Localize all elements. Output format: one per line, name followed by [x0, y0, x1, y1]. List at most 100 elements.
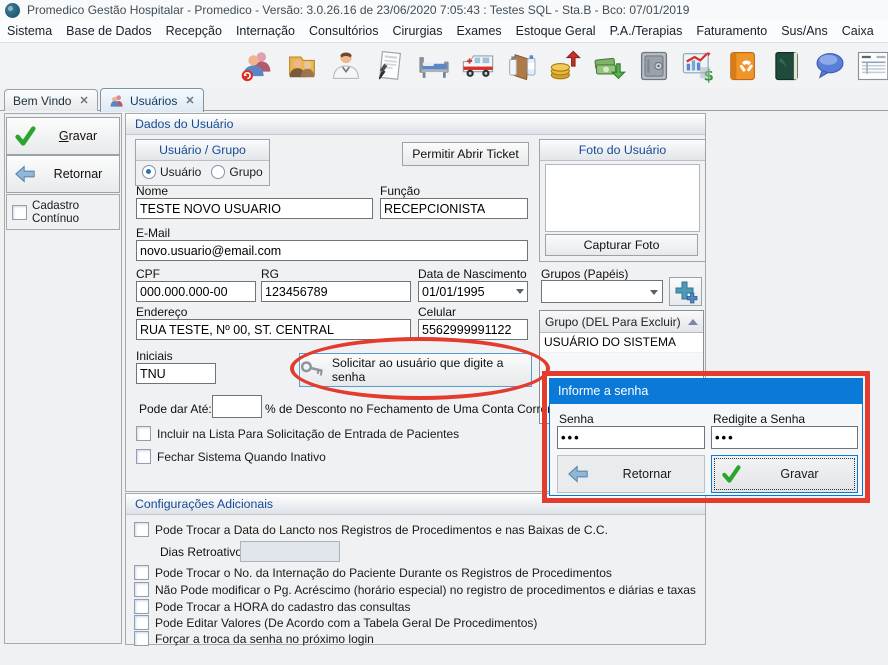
endereco-input[interactable]	[136, 319, 411, 340]
key-icon	[300, 360, 325, 380]
config-checkbox-4[interactable]	[134, 615, 149, 630]
nascimento-combo[interactable]	[418, 281, 528, 302]
nascimento-dropdown-icon[interactable]	[516, 289, 524, 294]
funcao-input[interactable]	[380, 198, 528, 219]
grupos-papeis-combo[interactable]	[541, 280, 663, 303]
celular-input[interactable]	[418, 319, 528, 340]
safe-icon[interactable]	[636, 48, 672, 84]
config-checkbox-1[interactable]	[134, 565, 149, 580]
gravar-label: Gravar	[37, 129, 119, 143]
email-input[interactable]	[136, 240, 528, 261]
config-checkbox-3[interactable]	[134, 599, 149, 614]
configuracoes-panel: Configurações Adicionais Pode Trocar a D…	[125, 493, 706, 645]
dialog-retornar-button[interactable]: Retornar	[557, 455, 705, 493]
grupos-dropdown-icon[interactable]	[650, 290, 658, 295]
app-window: Promedico Gestão Hospitalar - Promedico …	[0, 0, 888, 665]
cadastro-continuo-label: Cadastro Contínuo	[32, 199, 119, 225]
menu-pa-terapias[interactable]: P.A./Terapias	[603, 24, 690, 38]
menu-sus-ans[interactable]: Sus/Ans	[774, 24, 835, 38]
menu-recepcao[interactable]: Recepção	[159, 24, 229, 38]
promedico-logo-icon	[5, 3, 20, 18]
title-bar: Promedico Gestão Hospitalar - Promedico …	[0, 0, 888, 20]
arrow-left-icon	[13, 164, 37, 184]
fechar-sistema-label: Fechar Sistema Quando Inativo	[157, 450, 326, 464]
incluir-lista-label: Incluir na Lista Para Solicitação de Ent…	[157, 427, 459, 441]
senha-input[interactable]	[557, 426, 705, 449]
menu-internacao[interactable]: Internação	[229, 24, 302, 38]
tab-close-icon[interactable]: ✕	[79, 94, 88, 107]
dialog-gravar-button[interactable]: Gravar	[711, 455, 858, 493]
tab-usuarios[interactable]: Usuários ✕	[100, 88, 204, 112]
tab-bem-vindo[interactable]: Bem Vindo ✕	[4, 89, 98, 111]
grupo-list-header[interactable]: Grupo (DEL Para Excluir)	[540, 311, 703, 333]
add-grupo-button[interactable]	[669, 277, 702, 306]
menu-caixa[interactable]: Caixa	[835, 24, 881, 38]
menu-faturamento[interactable]: Faturamento	[689, 24, 774, 38]
permitir-abrir-ticket-button[interactable]: Permitir Abrir Ticket	[402, 142, 529, 166]
ambulance-icon[interactable]	[460, 48, 496, 84]
capturar-foto-button[interactable]: Capturar Foto	[545, 234, 698, 256]
hospital-bed-icon[interactable]	[416, 48, 452, 84]
pharmacy-supplies-icon[interactable]	[504, 48, 540, 84]
config-checkbox-2[interactable]	[134, 582, 149, 597]
informe-senha-dialog: Informe a senha Senha Redigite a Senha R…	[549, 378, 863, 496]
menu-estoque-geral[interactable]: Estoque Geral	[509, 24, 603, 38]
finance-chart-icon[interactable]: $	[680, 48, 716, 84]
cpf-input[interactable]	[136, 281, 256, 302]
sort-asc-icon	[688, 319, 698, 325]
money-down-icon[interactable]	[592, 48, 628, 84]
celular-label: Celular	[418, 305, 456, 319]
usuario-grupo-group: Usuário / Grupo Usuário Grupo	[135, 139, 270, 186]
radio-grupo[interactable]	[211, 165, 225, 179]
config-row: Não Pode modificar o Pg. Acréscimo (horá…	[134, 582, 696, 597]
patients-folder-icon[interactable]	[284, 48, 320, 84]
menu-base-de-dados[interactable]: Base de Dados	[59, 24, 158, 38]
config-row: Pode Trocar a HORA do cadastro das consu…	[134, 599, 410, 614]
foto-preview	[545, 164, 700, 232]
ledger-book-icon[interactable]	[768, 48, 804, 84]
retornar-label: Retornar	[37, 167, 119, 181]
arrow-left-icon	[566, 464, 590, 484]
incluir-lista-checkbox[interactable]	[136, 426, 151, 441]
fechar-sistema-checkbox[interactable]	[136, 449, 151, 464]
gravar-button[interactable]: Gravar	[6, 117, 120, 155]
fechar-sistema-row: Fechar Sistema Quando Inativo	[136, 449, 326, 464]
report-form-icon[interactable]	[854, 48, 888, 84]
retornar-button[interactable]: Retornar	[6, 155, 120, 193]
menu-sistema[interactable]: Sistema	[0, 24, 59, 38]
menu-exames[interactable]: Exames	[450, 24, 509, 38]
prescription-icon[interactable]	[372, 48, 408, 84]
tab-strip: Bem Vindo ✕ Usuários ✕	[0, 88, 888, 111]
toolbar: $	[0, 43, 888, 88]
senha-label: Senha	[559, 412, 594, 426]
radio-usuario[interactable]	[142, 165, 156, 179]
funcao-label: Função	[380, 184, 420, 198]
config-row: Pode Trocar o No. da Internação do Pacie…	[134, 565, 612, 580]
grupo-list-row[interactable]: USUÁRIO DO SISTEMA	[540, 333, 703, 353]
phone-book-icon[interactable]	[724, 48, 760, 84]
menu-administracao[interactable]: Administração	[881, 24, 888, 38]
doctor-icon[interactable]	[328, 48, 364, 84]
tab-close-icon[interactable]: ✕	[185, 94, 194, 107]
config-checkbox-5[interactable]	[134, 631, 149, 646]
nome-input[interactable]	[136, 198, 373, 219]
tab-bem-vindo-label: Bem Vindo	[13, 94, 71, 108]
rg-input[interactable]	[261, 281, 411, 302]
chat-icon[interactable]	[812, 48, 848, 84]
check-icon	[720, 464, 742, 484]
desconto-input[interactable]	[212, 395, 262, 418]
check-icon	[13, 125, 37, 147]
menu-cirurgias[interactable]: Cirurgias	[386, 24, 450, 38]
money-up-icon[interactable]	[548, 48, 584, 84]
redigite-senha-input[interactable]	[711, 426, 858, 449]
endereco-label: Endereço	[136, 305, 187, 319]
solicitar-senha-label: Solicitar ao usuário que digite a senha	[332, 356, 531, 384]
cadastro-continuo-checkbox[interactable]	[12, 205, 27, 220]
incluir-lista-row: Incluir na Lista Para Solicitação de Ent…	[136, 426, 459, 441]
users-sync-icon[interactable]	[240, 48, 276, 84]
config-checkbox-0[interactable]	[134, 522, 149, 537]
iniciais-input[interactable]	[136, 363, 216, 384]
solicitar-senha-button[interactable]: Solicitar ao usuário que digite a senha	[299, 353, 532, 387]
menu-consultorios[interactable]: Consultórios	[302, 24, 385, 38]
nome-label: Nome	[136, 184, 168, 198]
